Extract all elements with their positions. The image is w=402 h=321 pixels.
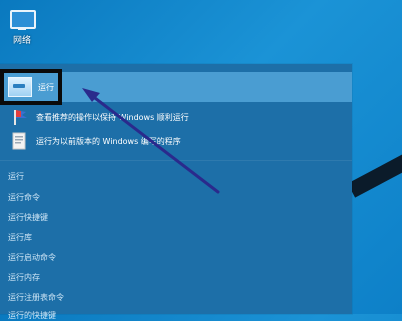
desktop-icon-label: 网络	[12, 36, 31, 46]
compat-doc-icon	[8, 132, 30, 150]
suggestion-item[interactable]: 运行注册表命令	[8, 292, 64, 303]
result-label: 查看推荐的操作以保持 Windows 顺利运行	[36, 112, 189, 122]
wallpaper-stripe	[347, 145, 402, 198]
desktop-network-icon[interactable]: 网络	[5, 8, 39, 46]
suggestion-item[interactable]: 运行启动命令	[8, 252, 56, 263]
suggestion-item[interactable]: 运行快捷键	[8, 212, 48, 223]
highlight-box	[0, 69, 62, 105]
suggestion-item[interactable]: 运行	[8, 171, 24, 182]
suggestion-item[interactable]: 运行命令	[8, 192, 40, 203]
network-computer-icon	[8, 8, 36, 30]
search-results-panel: 运行 查看推荐的操作以保持 Windows 顺利运行 运行为以前版本的 Wind…	[0, 64, 352, 320]
result-compat-programs[interactable]: 运行为以前版本的 Windows 编写的程序	[0, 130, 352, 152]
flag-icon	[8, 108, 30, 126]
section-divider	[0, 160, 352, 161]
result-recommended-actions[interactable]: 查看推荐的操作以保持 Windows 顺利运行	[0, 106, 352, 128]
suggestion-item[interactable]: 运行的快捷键	[8, 310, 56, 321]
suggestion-item[interactable]: 运行库	[8, 232, 32, 243]
suggestion-item[interactable]: 运行内存	[8, 272, 40, 283]
result-label: 运行为以前版本的 Windows 编写的程序	[36, 136, 181, 146]
